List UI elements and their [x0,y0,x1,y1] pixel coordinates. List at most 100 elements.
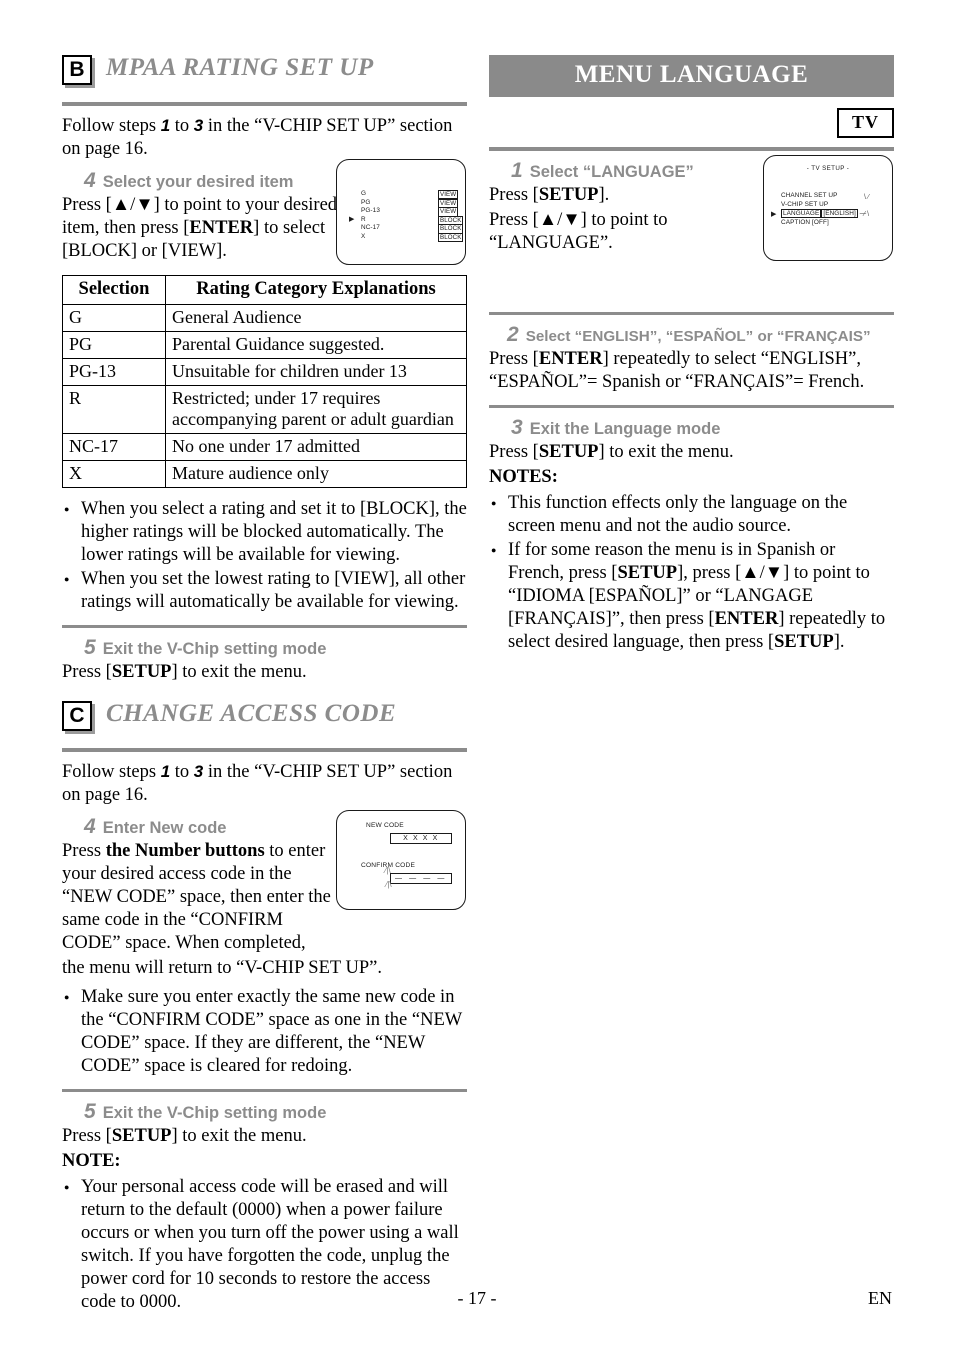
new-code-field[interactable]: X X X X [390,833,452,844]
mpaa-notes-list: When you select a rating and set it to [… [62,498,467,614]
menu-item-channel-set-up[interactable]: CHANNEL SET UP [781,192,866,201]
step-label: Exit the Language mode [529,420,721,438]
table-cell-selection: R [62,385,166,434]
divider-rule [489,147,894,151]
manual-page: B MPAA RATING SET UP Follow steps 1 to 3 … [0,0,954,1348]
rating-name: PG-13 [361,207,380,215]
tv-screen-frame: NEW CODE X X X X CONFIRM CODE — — — — ⁄|… [336,810,466,910]
table-cell-selection: NC-17 [62,433,166,461]
access-code-section-heading: C CHANGE ACCESS CODE [62,700,467,741]
table-row: G General Audience [62,304,467,332]
language-step-3-heading: 3 Exit the Language mode [489,416,894,440]
menu-item-label: V-CHIP SET UP [781,201,829,208]
language-step-1-body-b: Press [▲/▼] to point to “LANGUAGE”. [489,210,668,253]
mpaa-step-5-body: Press [SETUP] to exit the menu. [62,662,307,682]
step-label: Select your desired item [102,173,294,191]
new-code-label: NEW CODE [366,822,404,829]
tv-tag-row: TV [489,108,894,138]
section-badge-c: C [62,701,92,731]
access-code-intro: Follow steps 1 to 3 in the “V-CHIP SET U… [62,760,467,807]
menu-item-value: [OFF] [812,219,829,226]
mpaa-section-title: MPAA RATING SET UP [106,54,374,81]
rating-category-table: Selection Rating Category Explanations G… [62,275,467,488]
table-cell-explanation: Parental Guidance suggested. [165,331,467,359]
table-cell-explanation: Unsuitable for children under 13 [165,358,467,386]
menu-item-label: CHANNEL SET UP [781,192,838,199]
table-header-row: Selection Rating Category Explanations [62,275,467,305]
table-cell-selection: PG-13 [62,358,166,386]
intro-mid: to [170,762,194,782]
table-header-selection: Selection [62,275,166,305]
menu-item-label: LANGUAGE [781,209,822,218]
table-row: PG Parental Guidance suggested. [62,331,467,359]
menu-item-value: [ENGLISH] [821,209,858,218]
mpaa-intro-step-to: 3 [193,116,204,135]
access-code-step-5-heading: 5 Exit the V-Chip setting mode [62,1100,467,1124]
menu-language-banner: MENU LANGUAGE [489,55,894,97]
rating-value: BLOCK [438,232,464,243]
left-column: B MPAA RATING SET UP Follow steps 1 to 3 … [62,54,467,1315]
mpaa-step-4-body: Press [▲/▼] to point to your desired ite… [62,195,338,261]
mpaa-osd-screen: G VIEW PG VIEW PG-13 VIEW ▶ R BLOCK NC-1… [336,159,466,265]
table-cell-selection: G [62,304,166,332]
list-item: Make sure you enter exactly the same new… [62,986,467,1078]
language-code: EN [868,1288,892,1308]
intro-step-to: 3 [193,762,204,781]
rating-name: G [361,190,367,197]
access-code-step-4-body-wrap: Press the Number buttons to enter your d… [62,840,344,955]
notes-heading: NOTES: [489,467,558,487]
cursor-blink-icon: ⁄|\ [385,866,391,875]
section-badge-b: B [62,55,92,85]
tv-badge: TV [836,108,894,138]
table-cell-explanation: Mature audience only [165,460,467,488]
table-row: R Restricted; under 17 requires accompan… [62,385,467,434]
list-item: When you select a rating and set it to [… [62,498,467,567]
intro-step-from: 1 [160,762,171,781]
divider-rule [62,625,467,628]
divider-rule [489,312,894,315]
step-number: 4 [84,815,96,838]
table-row: X Mature audience only [62,460,467,488]
mpaa-step-5-heading: 5 Exit the V-Chip setting mode [62,636,467,660]
list-item: If for some reason the menu is in Spanis… [489,539,894,654]
mpaa-intro-mid: to [170,116,194,136]
access-code-osd-screen: NEW CODE X X X X CONFIRM CODE — — — — ⁄|… [336,810,466,910]
rating-name: R [361,215,366,223]
page-number: - 17 - [457,1288,497,1308]
step-number: 4 [84,169,96,192]
divider-rule [489,405,894,408]
mpaa-step-4-body-wrap: Press [▲/▼] to point to your desired ite… [62,194,342,263]
cursor-arrow-icon: ▶ [349,215,355,223]
table-row: NC-17 No one under 17 admitted [62,433,467,461]
language-step-2-body: Press [ENTER] repeatedly to select “ENGL… [489,349,865,392]
menu-item-caption[interactable]: CAPTION [OFF] [781,219,866,228]
step-label: Exit the V-Chip setting mode [102,1104,327,1122]
note-heading: NOTE: [62,1151,121,1171]
divider-rule [62,1089,467,1092]
step-number: 3 [511,416,523,439]
rating-name: X [361,232,366,240]
step-label: Select “LANGUAGE” [529,163,694,181]
table-cell-explanation: General Audience [165,304,467,332]
access-code-step-4-body: Press the Number buttons to enter your d… [62,841,331,953]
menu-item-label: CAPTION [781,219,811,226]
confirm-code-field[interactable]: — — — — [390,873,452,884]
step-number: 5 [84,1100,96,1123]
access-code-step-4-body-cont: the menu will return to “V-CHIP SET UP”. [62,958,382,978]
tv-setup-menu-list: CHANNEL SET UP V-CHIP SET UP ▶ LANGUAGE[… [771,192,866,228]
table-cell-explanation: Restricted; under 17 requires accompanyi… [165,385,467,434]
highlight-sparkle-icon: \ ⁄ [864,194,870,201]
mpaa-intro-pre: Follow steps [62,116,161,136]
rating-name: NC-17 [361,224,380,232]
menu-item-language[interactable]: ▶ LANGUAGE [ENGLISH] — [771,209,866,219]
table-cell-explanation: No one under 17 admitted [165,433,467,461]
list-item: This function effects only the language … [489,492,894,538]
list-item: When you set the lowest rating to [VIEW]… [62,568,467,614]
right-column: MENU LANGUAGE TV 1 Select “LANGUAGE” Pres… [489,55,894,655]
step-number: 1 [511,159,523,182]
language-step-1-body-a: Press [SETUP]. [489,185,610,205]
language-step-1-body-wrap: Press [SETUP]. Press [▲/▼] to point to “… [489,184,764,255]
step-number: 2 [507,323,519,346]
language-step-3-body: Press [SETUP] to exit the menu. [489,442,734,462]
divider-rule [62,748,467,752]
